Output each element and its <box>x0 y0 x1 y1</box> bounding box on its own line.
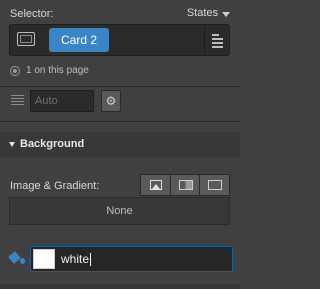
lines-icon <box>11 95 24 106</box>
color-swatch[interactable] <box>33 249 55 269</box>
chevron-down-icon <box>222 11 230 17</box>
style-panel: Selector: States Card 2 1 on this page A… <box>0 0 240 289</box>
order-row: Auto ⚙ <box>0 88 240 116</box>
divider <box>0 121 240 122</box>
states-dropdown[interactable]: States <box>187 7 230 19</box>
section-title: Background <box>20 138 85 150</box>
class-chip[interactable]: Card 2 <box>49 28 110 52</box>
align-menu-icon <box>212 34 219 36</box>
selector-field[interactable]: Card 2 <box>9 24 230 56</box>
color-value[interactable]: white <box>61 252 92 267</box>
image-icon[interactable] <box>140 174 171 196</box>
caret-down-icon <box>9 142 15 147</box>
selector-title: Selector: <box>10 8 54 20</box>
image-gradient-buttons <box>140 174 231 196</box>
background-color-input[interactable]: white <box>30 246 233 272</box>
match-count: 1 on this page <box>10 65 89 76</box>
align-menu-button[interactable] <box>204 25 229 55</box>
gear-icon[interactable]: ⚙ <box>101 90 121 112</box>
divider <box>0 86 240 87</box>
radial-gradient-icon[interactable] <box>200 174 231 196</box>
paint-bucket-icon <box>8 250 25 266</box>
linear-gradient-icon[interactable] <box>170 174 201 196</box>
background-color-row: white <box>0 240 240 278</box>
target-icon <box>10 65 20 76</box>
order-input[interactable]: Auto <box>30 90 94 112</box>
background-layers-none[interactable]: None <box>9 197 230 225</box>
background-section-header[interactable]: Background <box>0 132 240 158</box>
selector-header: Selector: States <box>10 7 230 22</box>
states-label: States <box>186 7 218 19</box>
image-gradient-label: Image & Gradient: <box>10 180 100 192</box>
element-box-icon <box>17 32 35 46</box>
panel-footer <box>0 284 240 289</box>
match-count-text: 1 on this page <box>26 65 89 76</box>
